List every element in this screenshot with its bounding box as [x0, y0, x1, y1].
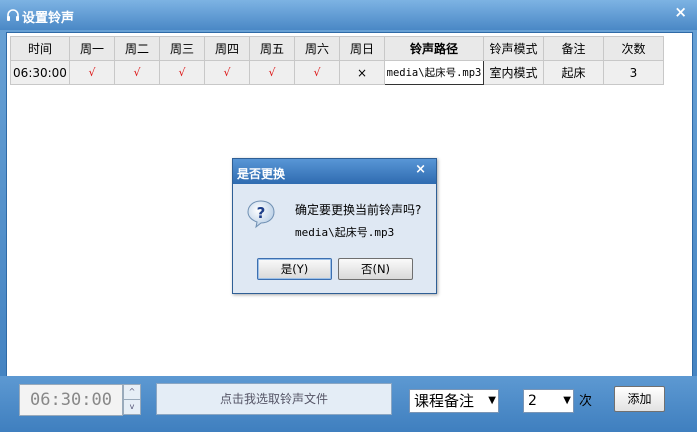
cell-path[interactable]: media\起床号.mp3 [384, 60, 484, 85]
cell-tue[interactable]: √ [114, 60, 160, 85]
cell-time[interactable]: 06:30:00 [10, 60, 70, 85]
header-count: 次数 [603, 36, 664, 61]
dialog-title: 是否更换 [237, 167, 286, 181]
cell-sat[interactable]: √ [294, 60, 340, 85]
remark-select-value: 课程备注 [414, 392, 475, 410]
confirm-dialog: 是否更换 × ? 确定要更换当前铃声吗? media\起床号.mp3 是(Y) … [232, 158, 437, 294]
time-input[interactable]: 06:30:00 [19, 384, 123, 416]
time-spin-down[interactable]: v [123, 399, 141, 415]
header-mon: 周一 [69, 36, 115, 61]
dialog-title-bar: 是否更换 × [233, 159, 436, 184]
header-mode: 铃声模式 [483, 36, 544, 61]
header-fri: 周五 [249, 36, 295, 61]
cell-mon[interactable]: √ [69, 60, 115, 85]
header-thu: 周四 [204, 36, 250, 61]
svg-text:?: ? [257, 204, 266, 222]
time-spin-up[interactable]: ^ [123, 384, 141, 400]
header-sun: 周日 [339, 36, 385, 61]
close-icon[interactable]: × [415, 162, 426, 177]
window-title: 设置铃声 [22, 11, 75, 26]
header-sat: 周六 [294, 36, 340, 61]
window: 设置铃声 × 时间 周一 周二 周三 周四 周五 周六 周日 铃声路径 铃声模式… [0, 0, 697, 432]
dialog-message: 确定要更换当前铃声吗? [295, 203, 422, 217]
header-path: 铃声路径 [384, 36, 484, 61]
header-remark: 备注 [543, 36, 604, 61]
remark-select[interactable]: 课程备注 ▼ [409, 389, 499, 413]
cell-remark[interactable]: 起床 [543, 60, 604, 85]
cell-mode[interactable]: 室内模式 [483, 60, 544, 85]
no-button[interactable]: 否(N) [338, 258, 413, 280]
yes-button[interactable]: 是(Y) [257, 258, 332, 280]
chevron-down-icon: ▼ [563, 395, 571, 406]
header-time: 时间 [10, 36, 70, 61]
header-wed: 周三 [159, 36, 205, 61]
choose-file-button[interactable]: 点击我选取铃声文件 [156, 383, 392, 415]
cell-count[interactable]: 3 [603, 60, 664, 85]
cell-fri[interactable]: √ [249, 60, 295, 85]
cell-sun[interactable]: × [339, 60, 385, 85]
ringtone-table: 时间 周一 周二 周三 周四 周五 周六 周日 铃声路径 铃声模式 备注 次数 … [10, 36, 664, 85]
title-bar: 设置铃声 × [0, 0, 697, 30]
cell-wed[interactable]: √ [159, 60, 205, 85]
dialog-path: media\起床号.mp3 [295, 226, 395, 239]
headphones-icon [7, 9, 19, 21]
count-unit-label: 次 [579, 394, 593, 409]
cell-thu[interactable]: √ [204, 60, 250, 85]
add-button[interactable]: 添加 [614, 386, 665, 412]
header-tue: 周二 [114, 36, 160, 61]
count-select[interactable]: 2 ▼ [523, 389, 574, 413]
count-select-value: 2 [528, 393, 537, 409]
table-header-row: 时间 周一 周二 周三 周四 周五 周六 周日 铃声路径 铃声模式 备注 次数 [10, 36, 664, 61]
close-icon[interactable]: × [674, 3, 687, 21]
question-icon: ? [247, 200, 275, 229]
table-row[interactable]: 06:30:00 √ √ √ √ √ √ × media\起床号.mp3 室内模… [10, 60, 664, 85]
chevron-down-icon: ▼ [488, 395, 496, 406]
